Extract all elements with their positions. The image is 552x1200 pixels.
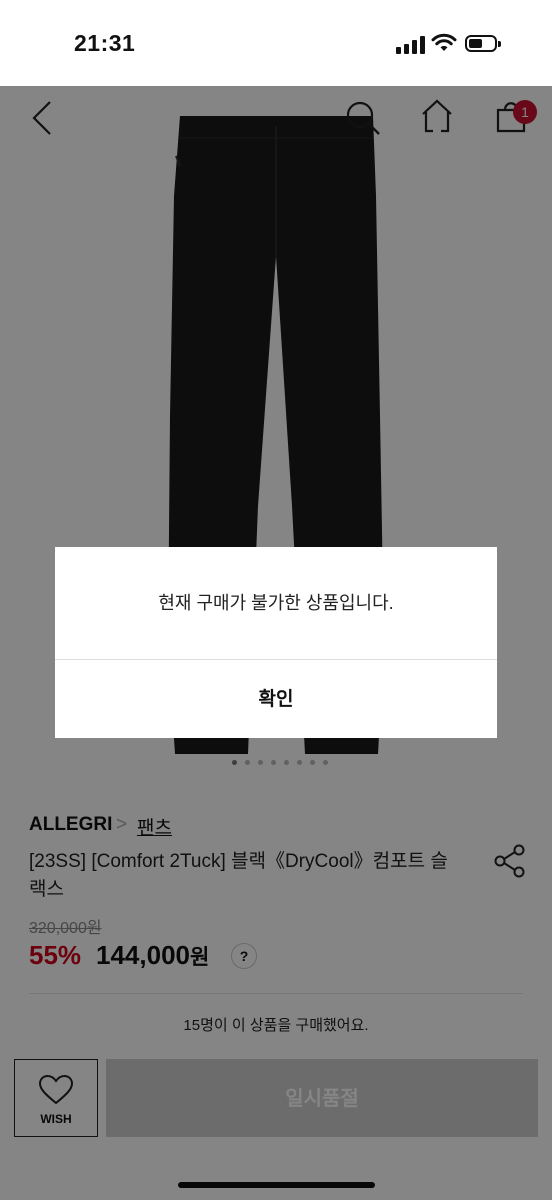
- dialog-message: 현재 구매가 불가한 상품입니다.: [158, 593, 394, 613]
- alert-dialog: 현재 구매가 불가한 상품입니다. 확인: [55, 547, 497, 738]
- wifi-icon: [431, 33, 457, 51]
- confirm-button[interactable]: 확인: [55, 660, 497, 738]
- battery-icon: [465, 35, 501, 52]
- signal-icon: [396, 36, 425, 54]
- status-bar: 21:31: [0, 0, 552, 86]
- status-time: 21:31: [74, 30, 136, 56]
